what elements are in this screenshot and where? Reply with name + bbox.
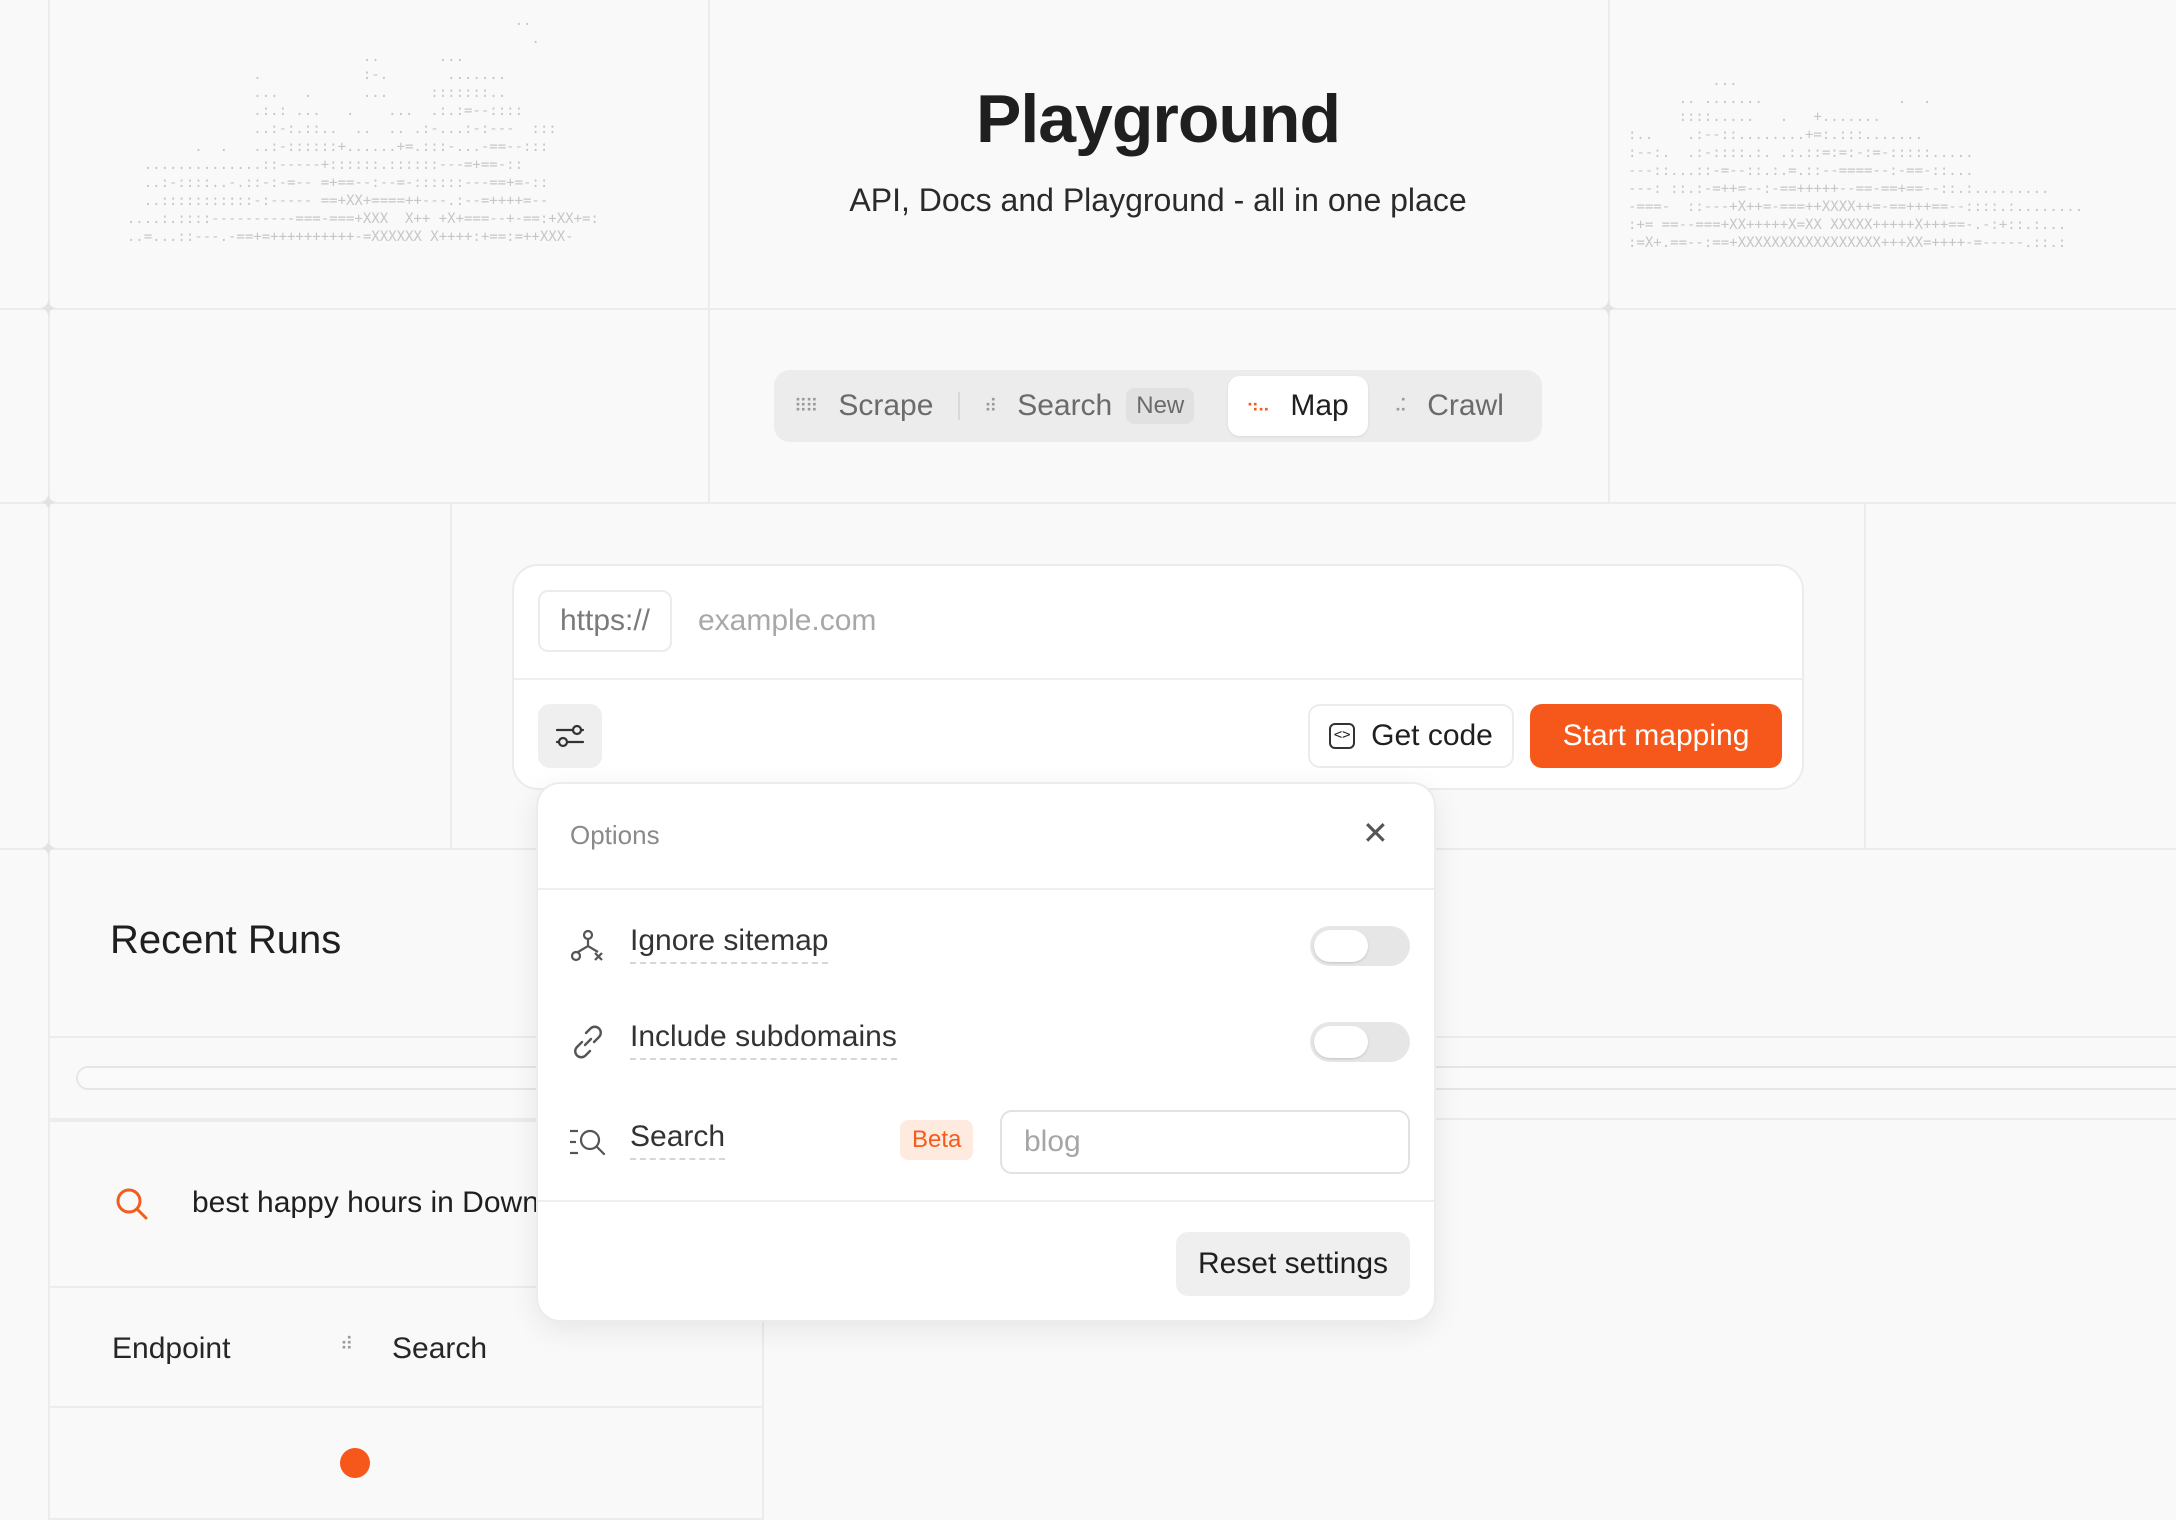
popup-divider <box>538 888 1434 890</box>
search-icon <box>116 1188 148 1220</box>
link-icon <box>574 1025 602 1059</box>
page-title: Playground <box>975 81 1341 157</box>
get-code-button[interactable]: <> Get code <box>1308 704 1514 768</box>
url-input[interactable]: example.com <box>698 590 876 652</box>
search-option-label: Search <box>630 1120 726 1160</box>
run-query: best happy hours in Downt <box>192 1186 548 1219</box>
grid-star-icon: ✦ <box>39 296 58 321</box>
ignore-sitemap-toggle[interactable] <box>1310 926 1410 966</box>
grid-line <box>450 502 452 850</box>
start-mapping-button[interactable]: Start mapping <box>1530 704 1782 768</box>
tab-search[interactable]: ⠾ Search New <box>984 376 1214 436</box>
page-subtitle: API, Docs and Playground - all in one pl… <box>849 182 1467 218</box>
include-subdomains-label: Include subdomains <box>630 1020 897 1060</box>
include-subdomains-toggle[interactable] <box>1310 1022 1410 1062</box>
options-popup: Options ✕ Ignore sitemap Include subdoma… <box>536 782 1436 1322</box>
url-card: https:// example.com <> Get code Start m… <box>512 564 1804 790</box>
sliders-icon <box>555 724 585 748</box>
grid-line <box>1608 0 1610 502</box>
scrape-icon: ⠿⠿ <box>794 395 818 417</box>
run-divider <box>48 1406 764 1408</box>
popup-divider <box>538 1200 1434 1202</box>
close-icon[interactable]: ✕ <box>1362 814 1389 852</box>
reset-settings-button[interactable]: Reset settings <box>1176 1232 1410 1296</box>
status-dot <box>340 1448 370 1478</box>
ignore-sitemap-label: Ignore sitemap <box>630 924 829 964</box>
recent-runs-title: Recent Runs <box>110 918 342 962</box>
new-badge: New <box>1126 388 1195 424</box>
search-dots-icon: ⠾ <box>984 395 997 417</box>
tab-label: Map <box>1290 389 1349 422</box>
endpoint-label: Endpoint <box>112 1332 231 1365</box>
map-icon: ⠲⠤ <box>1246 395 1270 417</box>
code-icon: <> <box>1329 723 1356 749</box>
options-button[interactable] <box>538 704 602 768</box>
grid-line <box>0 502 2176 504</box>
grid-star-icon: ✦ <box>39 490 58 515</box>
tab-label: Search <box>1017 389 1113 422</box>
protocol-label: https:// <box>538 590 672 652</box>
options-title: Options <box>570 820 660 850</box>
toggle-knob <box>1314 1026 1368 1058</box>
sitemap-icon <box>570 929 603 962</box>
search-option-input[interactable]: blog <box>1000 1110 1410 1174</box>
grid-star-icon: ✦ <box>39 836 58 861</box>
card-divider <box>514 678 1802 680</box>
endpoint-tabs: ⠿⠿ Scrape ⠾ Search New ⠲⠤ Map ⠬ Crawl <box>774 370 1542 442</box>
search-filter-icon <box>570 1129 606 1156</box>
beta-badge: Beta <box>900 1120 974 1160</box>
grid-line <box>0 308 2176 310</box>
grid-line <box>708 0 710 502</box>
tab-divider <box>958 392 960 420</box>
endpoint-value: Search <box>392 1332 488 1365</box>
tab-map[interactable]: ⠲⠤ Map <box>1228 376 1368 436</box>
grid-star-icon: ✦ <box>1599 296 1618 321</box>
tab-label: Scrape <box>838 389 934 422</box>
search-dots-icon: ⠾ <box>340 1334 354 1355</box>
grid-line <box>1864 502 1866 850</box>
tab-label: Crawl <box>1427 389 1504 422</box>
crawl-icon: ⠬ <box>1394 395 1407 417</box>
get-code-label: Get code <box>1371 719 1493 752</box>
tab-scrape[interactable]: ⠿⠿ Scrape <box>794 376 944 436</box>
toggle-knob <box>1314 930 1368 962</box>
tab-crawl[interactable]: ⠬ Crawl <box>1394 376 1534 436</box>
